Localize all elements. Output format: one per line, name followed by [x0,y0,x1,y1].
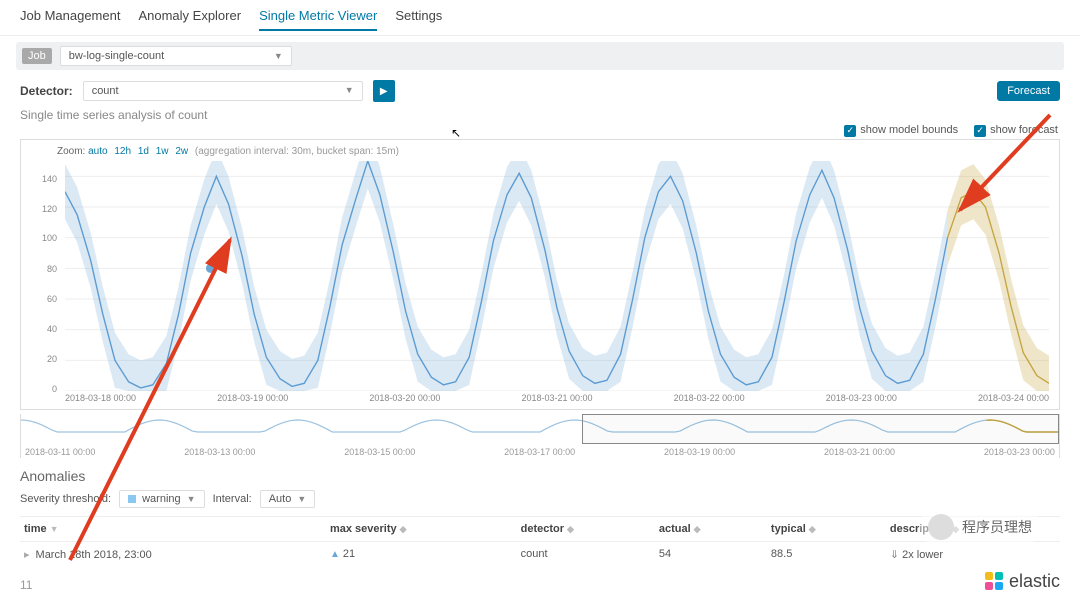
col-typical[interactable]: typical◆ [767,516,886,541]
show-bounds-checkbox[interactable]: ✓show model bounds [844,124,958,137]
zoom-auto[interactable]: auto [88,146,107,157]
zoom-2w[interactable]: 2w [175,146,188,157]
zoom-controls: Zoom: auto 12h 1d 1w 2w (aggregation int… [27,146,1049,157]
tab-settings[interactable]: Settings [395,6,442,31]
severity-select[interactable]: warning▼ [119,490,204,508]
watermark: 程序员理想 [920,510,1040,544]
detector-select-value: count [92,85,119,97]
tab-bar: Job Management Anomaly Explorer Single M… [0,0,1080,36]
play-button[interactable]: ▶ [373,80,395,102]
col-actual[interactable]: actual◆ [655,516,767,541]
context-chart[interactable]: 2018-03-11 00:002018-03-13 00:002018-03-… [20,414,1060,458]
job-tag: Job [22,48,52,64]
tab-single-metric-viewer[interactable]: Single Metric Viewer [259,6,377,31]
x-axis: 2018-03-18 00:002018-03-19 00:002018-03-… [65,391,1049,405]
job-select-value: bw-log-single-count [69,50,164,62]
time-brush[interactable] [582,414,1059,444]
watermark-avatar-icon [928,514,954,540]
detector-label: Detector: [20,84,73,98]
page-number: 11 [20,578,32,592]
zoom-1d[interactable]: 1d [138,146,149,157]
chart-subtitle: Single time series analysis of count [0,104,1080,124]
tab-anomaly-explorer[interactable]: Anomaly Explorer [138,6,241,31]
job-selector-bar: Job bw-log-single-count ▼ [16,42,1064,70]
chevron-down-icon: ▼ [345,85,354,97]
severity-label: Severity threshold: [20,493,111,505]
main-chart[interactable]: Zoom: auto 12h 1d 1w 2w (aggregation int… [20,139,1060,410]
show-forecast-checkbox[interactable]: ✓show forecast [974,124,1058,137]
col-detector[interactable]: detector◆ [517,516,655,541]
col-time[interactable]: time▼ [20,516,326,541]
anomalies-title: Anomalies [20,468,1060,484]
chart-options: ✓show model bounds ✓show forecast [0,124,1080,139]
tab-job-management[interactable]: Job Management [20,6,120,31]
brand-logo: elastic [985,571,1060,592]
y-axis: 020406080100120140 [29,164,59,389]
detector-row: Detector: count ▼ ▶ Forecast [0,76,1080,104]
forecast-button[interactable]: Forecast [997,81,1060,101]
anomalies-section: Anomalies Severity threshold: warning▼ I… [0,458,1080,571]
interval-select[interactable]: Auto▼ [260,490,316,508]
elastic-logo-icon [985,572,1003,590]
col-severity[interactable]: max severity◆ [326,516,517,541]
detector-select[interactable]: count ▼ [83,81,363,101]
job-select[interactable]: bw-log-single-count ▼ [60,46,292,66]
chart-plot-area[interactable] [65,161,1049,391]
anomalies-table: time▼ max severity◆ detector◆ actual◆ ty… [20,516,1060,567]
mouse-cursor-icon: ↖ [451,126,461,140]
table-row[interactable]: ▸March 18th 2018, 23:00 ▲21 count 54 88.… [20,541,1060,567]
zoom-1w[interactable]: 1w [156,146,169,157]
interval-label: Interval: [213,493,252,505]
zoom-12h[interactable]: 12h [114,146,131,157]
chevron-down-icon: ▼ [274,51,283,61]
